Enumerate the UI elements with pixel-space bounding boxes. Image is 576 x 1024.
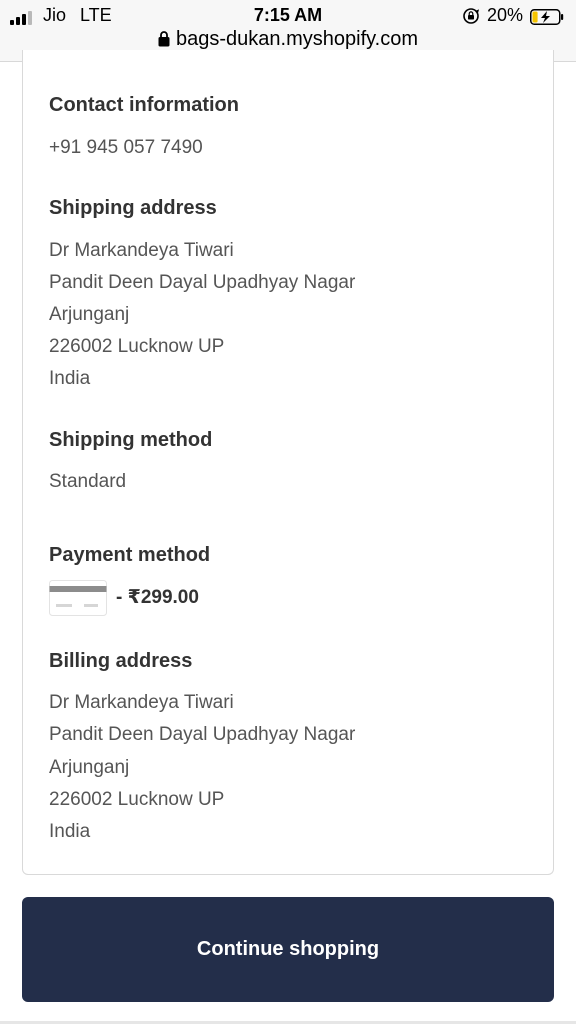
url-text: bags-dukan.myshopify.com — [176, 28, 418, 50]
shipping-address-line: Dr Markandeya Tiwari — [49, 240, 234, 261]
shipping-address-line: India — [49, 368, 91, 389]
billing-address-line: India — [49, 821, 91, 842]
rotation-lock-icon — [463, 8, 480, 24]
billing-address-line: Dr Markandeya Tiwari — [49, 692, 234, 713]
shipping-method-title: Shipping method — [49, 429, 213, 451]
battery-charging-icon — [530, 9, 564, 25]
billing-address-line: 226002 Lucknow UP — [49, 789, 225, 810]
shipping-address-line: Pandit Deen Dayal Upadhyay Nagar — [49, 272, 356, 293]
status-bar: Jio LTE 7:15 AM 20% — [0, 4, 576, 28]
payment-amount: - ₹299.00 — [116, 587, 199, 608]
continue-shopping-button[interactable]: Continue shopping — [22, 897, 554, 1002]
billing-address-title: Billing address — [49, 650, 193, 672]
battery-percentage: 20% — [487, 5, 524, 25]
shipping-address-line: 226002 Lucknow UP — [49, 336, 225, 357]
lock-icon — [158, 31, 170, 47]
order-summary-card: Contact information +91 945 057 7490 Shi… — [22, 50, 554, 875]
contact-phone: +91 945 057 7490 — [49, 137, 203, 158]
contact-information-title: Contact information — [49, 94, 239, 116]
credit-card-icon — [49, 580, 107, 616]
billing-address-line: Pandit Deen Dayal Upadhyay Nagar — [49, 724, 356, 745]
shipping-address-title: Shipping address — [49, 197, 217, 219]
payment-method-title: Payment method — [49, 544, 211, 566]
shipping-method-value: Standard — [49, 471, 127, 492]
billing-address-line: Arjunganj — [49, 757, 130, 778]
shipping-address-line: Arjunganj — [49, 304, 130, 325]
